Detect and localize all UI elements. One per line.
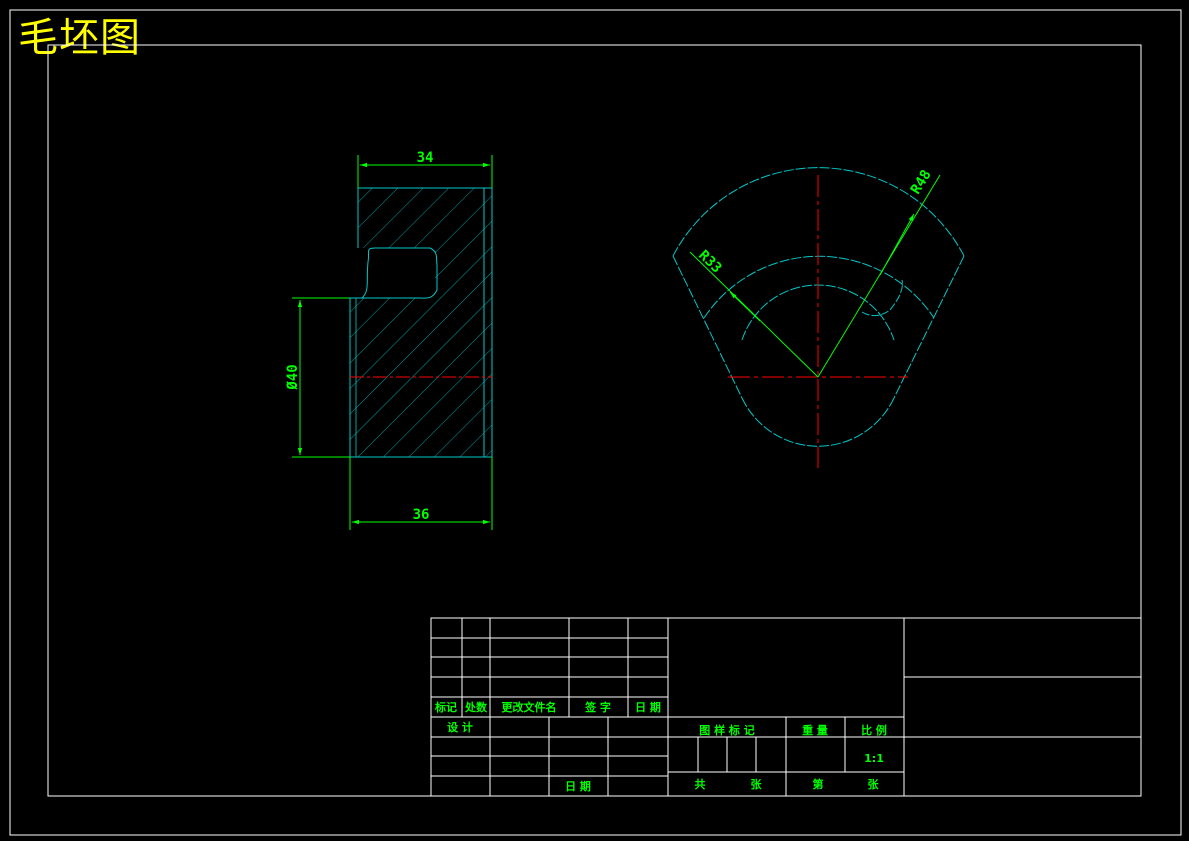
dimension-diameter: Ø40	[285, 297, 350, 458]
header-count: 处数	[464, 700, 488, 714]
radius-r48-arrow	[879, 213, 915, 276]
sheets-label: 张	[751, 777, 763, 791]
middle-arc	[703, 255, 935, 319]
radius-r48-leader	[817, 174, 941, 378]
header-change-file: 更改文件名	[502, 700, 557, 714]
radius-r33-arrow	[729, 291, 761, 322]
inner-frame	[47, 44, 1142, 797]
slot-notch	[861, 279, 903, 317]
scale-label: 比 例	[861, 723, 887, 737]
weight-label: 重 量	[802, 723, 828, 737]
front-view: R48 R33	[672, 167, 965, 468]
dimension-top-width: 34	[357, 150, 493, 188]
dimension-bottom-width: 36	[349, 457, 493, 530]
section-view	[349, 187, 493, 458]
dimension-34-label: 34	[417, 150, 434, 166]
section-hatch	[350, 188, 492, 457]
date-label: 日 期	[565, 779, 591, 793]
cad-drawing: 34 36 Ø40 R48 R33 标记 处数 更改文件名 签 字 日 期 设 …	[9, 9, 1182, 836]
header-mark: 标记	[434, 700, 457, 714]
design-label: 设 计	[447, 720, 473, 734]
header-signature: 签 字	[584, 700, 611, 714]
radius-r48-label: R48	[908, 167, 935, 197]
sheet-unit-label: 张	[868, 777, 880, 791]
dimension-diameter-label: Ø40	[285, 364, 301, 390]
dimension-36-label: 36	[413, 507, 430, 523]
scale-value: 1:1	[864, 752, 884, 765]
total-label: 共	[695, 777, 706, 791]
header-date: 日 期	[635, 700, 661, 714]
sheet-no-label: 第	[813, 777, 824, 791]
title-block-text: 标记 处数 更改文件名 签 字 日 期 设 计 日 期 图 样 标 记 重 量 …	[434, 700, 887, 793]
drawing-mark-label: 图 样 标 记	[699, 723, 755, 737]
radius-r33-label: R33	[695, 247, 724, 276]
